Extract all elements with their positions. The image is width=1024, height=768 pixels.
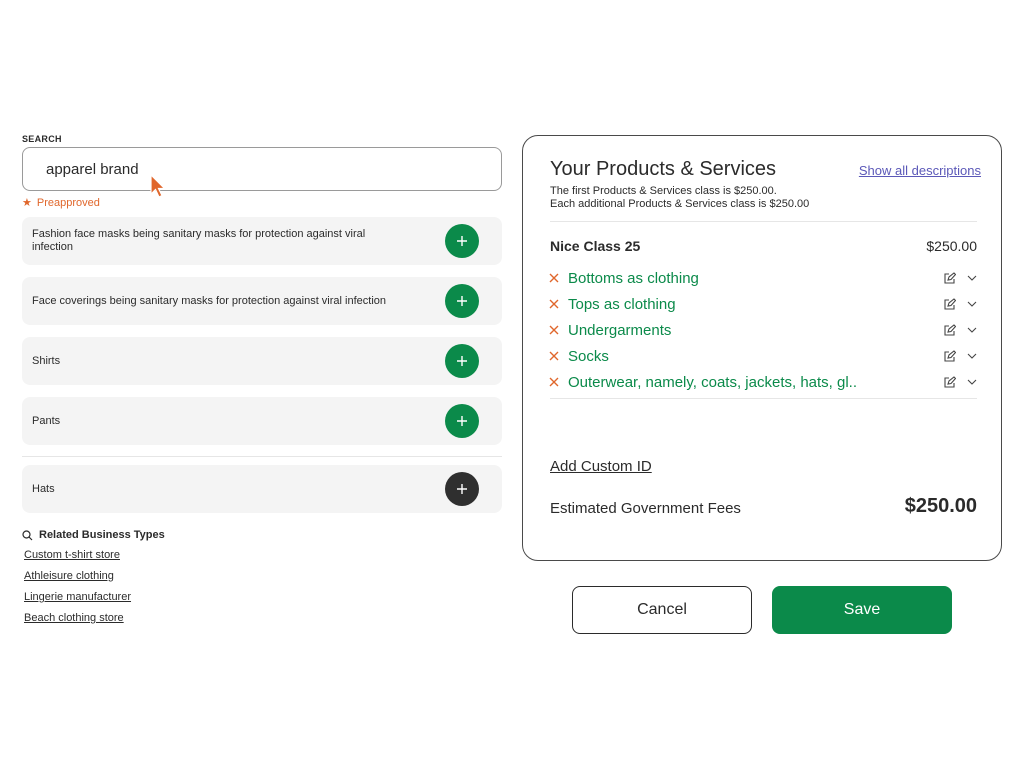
add-button[interactable]	[445, 344, 479, 378]
panel-title: Your Products & Services	[550, 158, 777, 180]
remove-icon[interactable]	[548, 324, 560, 336]
chevron-down-icon[interactable]	[966, 350, 978, 362]
related-link[interactable]: Athleisure clothing	[24, 570, 114, 582]
related-business-types: Related Business Types	[22, 529, 165, 541]
result-text: Shirts	[32, 354, 61, 367]
class-item-label: Bottoms as clothing	[568, 269, 699, 287]
class-item-label: Undergarments	[568, 321, 672, 339]
result-text: Face coverings being sanitary masks for …	[32, 294, 387, 307]
search-box[interactable]	[22, 147, 502, 191]
search-icon	[22, 529, 33, 540]
chevron-down-icon[interactable]	[966, 376, 978, 388]
related-link[interactable]: Lingerie manufacturer	[24, 591, 131, 603]
edit-icon[interactable]	[943, 271, 956, 285]
result-item: Hats	[22, 465, 502, 513]
search-input[interactable]	[23, 148, 501, 190]
plus-icon	[457, 236, 467, 246]
class-item: Outerwear, namely, coats, jackets, hats,…	[548, 372, 978, 392]
fees-value: $250.00	[904, 495, 977, 517]
star-icon: ★	[22, 197, 32, 209]
chevron-down-icon[interactable]	[966, 272, 978, 284]
save-button[interactable]: Save	[772, 586, 952, 634]
show-all-descriptions-link[interactable]: Show all descriptions	[859, 163, 981, 178]
result-item: Fashion face masks being sanitary masks …	[22, 217, 502, 265]
chevron-down-icon[interactable]	[966, 324, 978, 336]
class-item-label: Socks	[568, 347, 609, 365]
remove-icon[interactable]	[548, 376, 560, 388]
related-link[interactable]: Custom t-shirt store	[24, 549, 120, 561]
class-item: Undergarments	[548, 320, 978, 340]
edit-icon[interactable]	[943, 375, 956, 389]
add-button[interactable]	[445, 404, 479, 438]
pricing-note-additional: Each additional Products & Services clas…	[550, 198, 810, 210]
preapproved-indicator: ★ Preapproved	[22, 196, 100, 210]
fees-label: Estimated Government Fees	[550, 500, 741, 517]
result-text: Pants	[32, 414, 61, 427]
plus-icon	[457, 356, 467, 366]
divider	[550, 398, 977, 399]
remove-icon[interactable]	[548, 350, 560, 362]
class-item-label: Tops as clothing	[568, 295, 676, 313]
edit-icon[interactable]	[943, 297, 956, 311]
edit-icon[interactable]	[943, 323, 956, 337]
cancel-button[interactable]: Cancel	[572, 586, 752, 634]
class-name: Nice Class 25	[550, 238, 641, 254]
products-services-panel: Your Products & Services Show all descri…	[522, 135, 1002, 561]
class-item-label: Outerwear, namely, coats, jackets, hats,…	[568, 373, 858, 391]
remove-icon[interactable]	[548, 298, 560, 310]
add-button[interactable]	[445, 224, 479, 258]
chevron-down-icon[interactable]	[966, 298, 978, 310]
class-item: Socks	[548, 346, 978, 366]
plus-icon	[457, 484, 467, 494]
add-custom-id-link[interactable]: Add Custom ID	[550, 458, 652, 475]
edit-icon[interactable]	[943, 349, 956, 363]
mouse-cursor-icon	[150, 174, 166, 198]
pricing-note-first: The first Products & Services class is $…	[550, 185, 777, 197]
class-price: $250.00	[926, 238, 977, 254]
preapproved-label: Preapproved	[36, 196, 100, 209]
add-button[interactable]	[445, 472, 479, 506]
add-button[interactable]	[445, 284, 479, 318]
related-link[interactable]: Beach clothing store	[24, 612, 124, 624]
plus-icon	[457, 296, 467, 306]
search-label: SEARCH	[22, 134, 62, 144]
result-item: Pants	[22, 397, 502, 445]
class-item: Bottoms as clothing	[548, 268, 978, 288]
result-item: Face coverings being sanitary masks for …	[22, 277, 502, 325]
result-text: Hats	[32, 482, 55, 495]
result-item: Shirts	[22, 337, 502, 385]
class-item: Tops as clothing	[548, 294, 978, 314]
divider	[22, 456, 502, 457]
plus-icon	[457, 416, 467, 426]
related-title: Related Business Types	[39, 529, 165, 541]
remove-icon[interactable]	[548, 272, 560, 284]
divider	[550, 221, 977, 222]
result-text: Fashion face masks being sanitary masks …	[32, 228, 366, 253]
